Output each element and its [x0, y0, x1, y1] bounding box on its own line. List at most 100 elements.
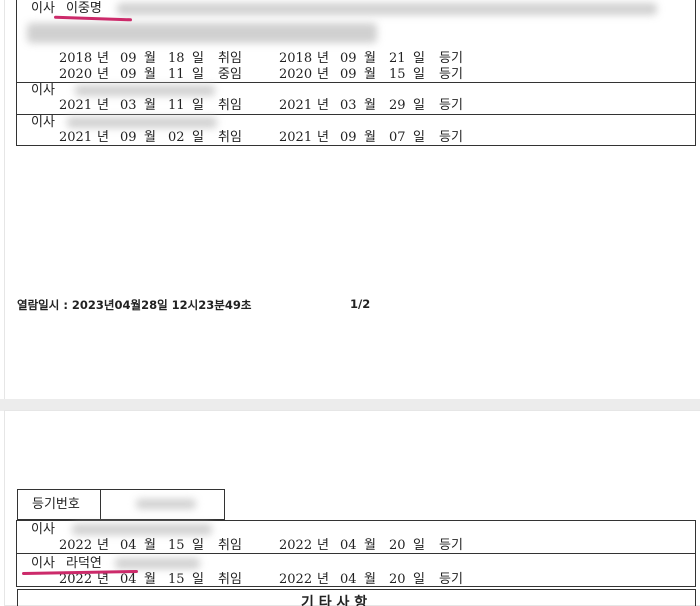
date-year: 2022 — [279, 572, 313, 587]
section-title: 기 타 사 항 — [301, 595, 368, 606]
officer-entry-1: 이사 이중명 2018 년 09 월 18 일 취임 2018 년 09 월 2… — [17, 0, 695, 82]
action: 취임 — [218, 98, 242, 113]
date-day: 18 — [168, 51, 185, 66]
unit-month: 월 — [364, 67, 376, 82]
action: 등기 — [439, 51, 463, 66]
date-month: 09 — [340, 130, 357, 145]
date-day: 11 — [168, 98, 185, 113]
redacted-id — [115, 558, 200, 569]
date-day: 15 — [168, 538, 185, 553]
date-month: 04 — [340, 572, 357, 587]
registration-number-box: 등기번호 — [17, 489, 225, 520]
date-month: 03 — [120, 98, 137, 113]
unit-year: 년 — [317, 538, 329, 553]
unit-month: 월 — [144, 51, 156, 66]
action: 등기 — [439, 67, 463, 82]
unit-month: 월 — [144, 572, 156, 587]
unit-year: 년 — [97, 51, 109, 66]
unit-year: 년 — [317, 51, 329, 66]
action: 등기 — [439, 130, 463, 145]
unit-day: 일 — [413, 51, 425, 66]
date-year: 2021 — [279, 130, 313, 145]
date-month: 04 — [120, 572, 137, 587]
date-month: 09 — [120, 51, 137, 66]
officer-title: 이사 — [31, 115, 55, 130]
date-year: 2022 — [59, 572, 93, 587]
officer-name: 이중명 — [66, 1, 102, 16]
date-day: 02 — [168, 130, 185, 145]
officer-entry-2: 이사 2021 년 03 월 11 일 취임 2021 년 03 월 29 일 … — [17, 82, 695, 114]
unit-year: 년 — [97, 67, 109, 82]
date-day: 11 — [168, 67, 185, 82]
date-month: 09 — [120, 67, 137, 82]
unit-month: 월 — [364, 572, 376, 587]
action: 등기 — [439, 538, 463, 553]
unit-day: 일 — [413, 538, 425, 553]
unit-year: 년 — [97, 98, 109, 113]
unit-month: 월 — [144, 67, 156, 82]
officer-title: 이사 — [31, 522, 55, 537]
date-day: 15 — [389, 67, 406, 82]
date-month: 09 — [120, 130, 137, 145]
date-day: 07 — [389, 130, 406, 145]
unit-day: 일 — [192, 538, 204, 553]
date-month: 09 — [340, 67, 357, 82]
redacted-address — [117, 3, 657, 15]
unit-year: 년 — [97, 572, 109, 587]
date-month: 09 — [340, 51, 357, 66]
unit-year: 년 — [317, 98, 329, 113]
action: 취임 — [218, 51, 242, 66]
officer-table-page-2: 이사 2022 년 04 월 15 일 취임 2022 년 04 월 20 일 … — [16, 520, 696, 587]
unit-day: 일 — [413, 98, 425, 113]
page-separator — [0, 399, 700, 411]
unit-month: 월 — [364, 98, 376, 113]
unit-month: 월 — [144, 98, 156, 113]
unit-day: 일 — [192, 572, 204, 587]
unit-month: 월 — [364, 538, 376, 553]
unit-year: 년 — [317, 67, 329, 82]
unit-day: 일 — [192, 51, 204, 66]
redacted-name — [72, 524, 212, 535]
officer-title: 이사 — [31, 83, 55, 98]
unit-year: 년 — [97, 130, 109, 145]
date-year: 2020 — [59, 67, 93, 82]
unit-year: 년 — [97, 538, 109, 553]
action: 등기 — [439, 572, 463, 587]
action: 취임 — [218, 538, 242, 553]
registration-number-label: 등기번호 — [32, 497, 80, 512]
divider — [100, 490, 101, 519]
unit-month: 월 — [144, 130, 156, 145]
officer-title: 이사 — [31, 556, 55, 571]
redacted-name — [67, 117, 217, 128]
date-year: 2018 — [59, 51, 93, 66]
unit-day: 일 — [413, 572, 425, 587]
date-month: 04 — [120, 538, 137, 553]
unit-day: 일 — [413, 67, 425, 82]
date-day: 20 — [389, 572, 406, 587]
viewed-timestamp: 열람일시 : 2023년04월28일 12시23분49초 — [17, 298, 252, 312]
action: 등기 — [439, 98, 463, 113]
date-year: 2022 — [279, 538, 313, 553]
date-year: 2018 — [279, 51, 313, 66]
officer-table-page-1: 이사 이중명 2018 년 09 월 18 일 취임 2018 년 09 월 2… — [16, 0, 696, 146]
redacted-registration-number — [136, 499, 196, 509]
redacted-address-continued — [27, 23, 377, 43]
date-day: 15 — [168, 572, 185, 587]
date-year: 2021 — [59, 130, 93, 145]
unit-month: 월 — [364, 51, 376, 66]
page-number: 1/2 — [350, 297, 371, 311]
unit-month: 월 — [144, 538, 156, 553]
unit-day: 일 — [413, 130, 425, 145]
date-year: 2022 — [59, 538, 93, 553]
unit-day: 일 — [192, 130, 204, 145]
unit-year: 년 — [317, 130, 329, 145]
date-day: 21 — [389, 51, 406, 66]
redacted-name — [75, 85, 215, 96]
officer-name: 라덕연 — [66, 556, 102, 571]
action: 중임 — [218, 67, 242, 82]
date-day: 29 — [389, 98, 406, 113]
date-year: 2021 — [59, 98, 93, 113]
unit-day: 일 — [192, 98, 204, 113]
date-year: 2021 — [279, 98, 313, 113]
officer-entry-4: 이사 2022 년 04 월 15 일 취임 2022 년 04 월 20 일 … — [17, 520, 695, 553]
